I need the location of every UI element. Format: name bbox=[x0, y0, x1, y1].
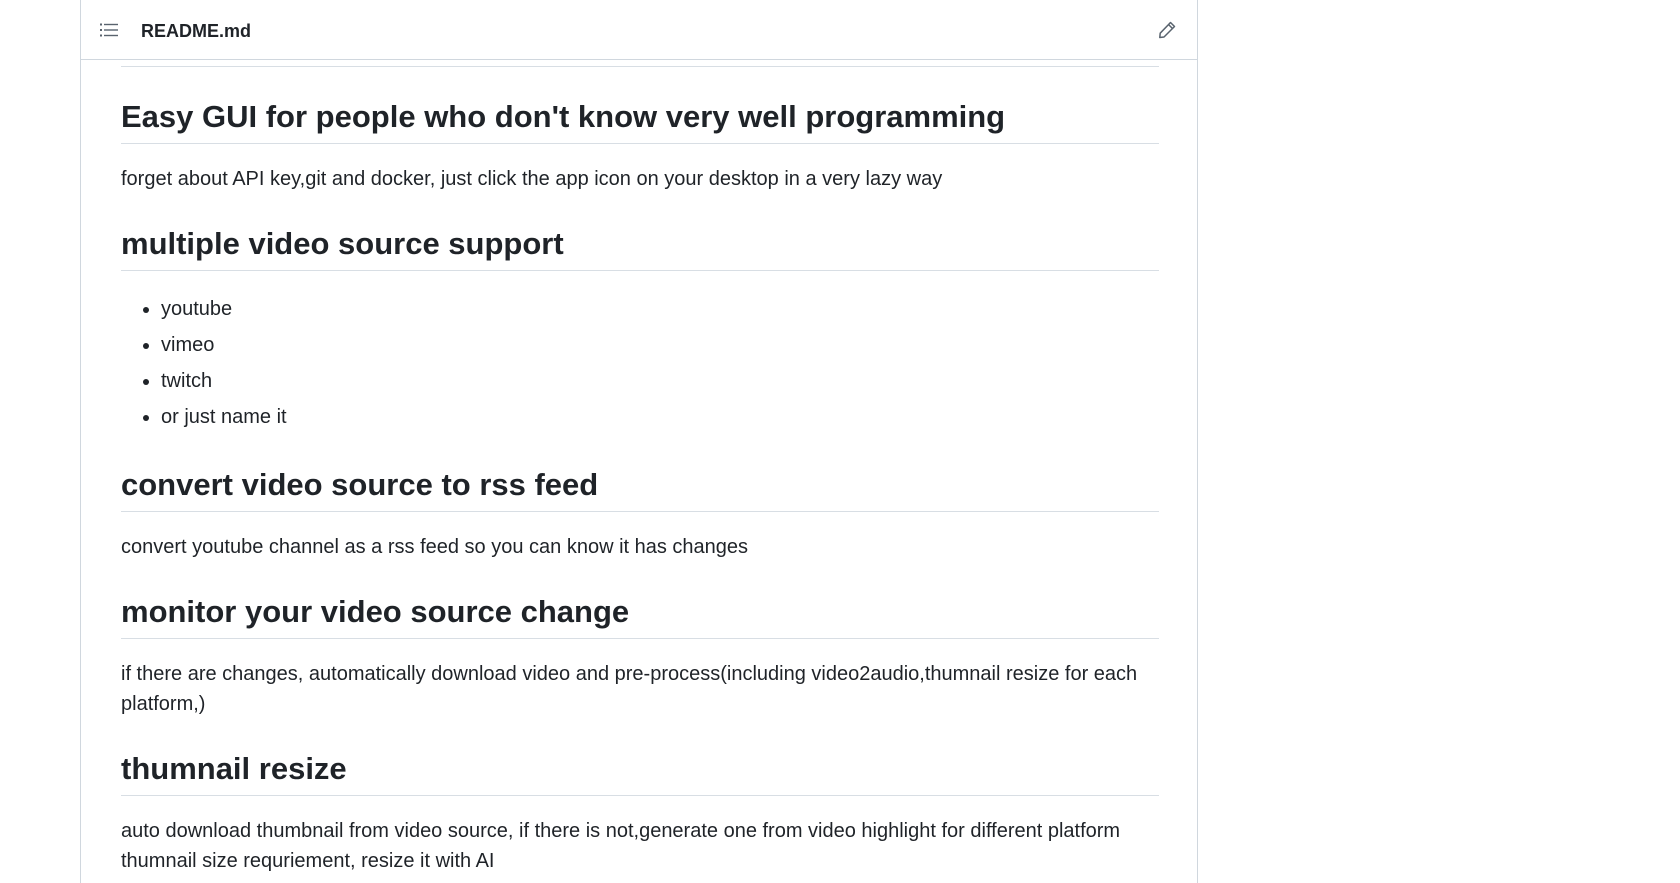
markdown-body: Easy GUI for people who don't know very … bbox=[121, 60, 1159, 876]
toc-button[interactable] bbox=[97, 18, 121, 42]
section-heading: convert video source to rss feed bbox=[121, 465, 1159, 512]
section-heading: Easy GUI for people who don't know very … bbox=[121, 97, 1159, 144]
list-item: vimeo bbox=[161, 327, 1159, 363]
section-paragraph: forget about API key,git and docker, jus… bbox=[121, 168, 943, 190]
section-heading: monitor your video source change bbox=[121, 592, 1159, 639]
file-name: README.md bbox=[141, 21, 252, 41]
list-item: or just name it bbox=[161, 399, 1159, 435]
pencil-icon bbox=[1159, 21, 1176, 39]
list-item: twitch bbox=[161, 363, 1159, 399]
section-paragraph: convert youtube channel as a rss feed so… bbox=[121, 536, 749, 558]
section-paragraph: if there are changes, automatically down… bbox=[121, 663, 1138, 715]
edit-file-button[interactable] bbox=[1155, 18, 1179, 42]
readme-panel: README.md Easy GUI for people who don't … bbox=[80, 0, 1198, 883]
section-heading: multiple video source support bbox=[121, 224, 1159, 271]
list-item: youtube bbox=[161, 291, 1159, 327]
list-icon bbox=[100, 23, 118, 37]
file-header: README.md bbox=[81, 0, 1197, 60]
section-paragraph: auto download thumbnail from video sourc… bbox=[121, 820, 1121, 872]
section-heading: thumnail resize bbox=[121, 749, 1159, 796]
section-divider bbox=[121, 66, 1159, 67]
source-list: youtube vimeo twitch or just name it bbox=[121, 291, 1159, 435]
